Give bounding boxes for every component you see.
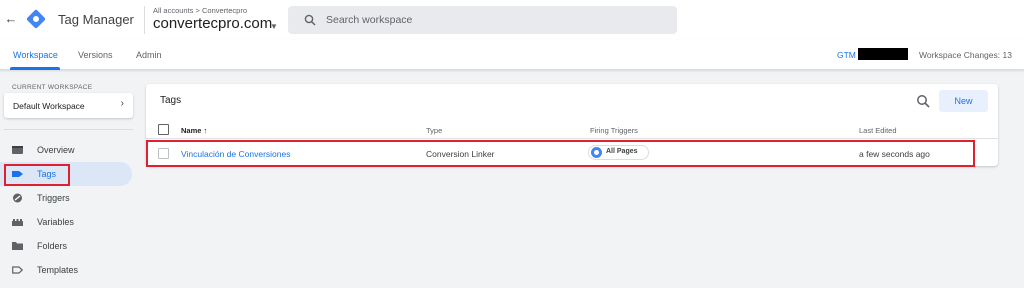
template-icon bbox=[12, 266, 23, 274]
tab-versions[interactable]: Versions bbox=[78, 50, 113, 60]
row-highlight-box bbox=[146, 140, 975, 167]
column-header-last-edited[interactable]: Last Edited bbox=[859, 126, 897, 135]
search-icon bbox=[304, 14, 316, 26]
sidebar-item-label: Triggers bbox=[37, 193, 70, 203]
header-divider bbox=[144, 6, 145, 34]
overview-icon bbox=[12, 146, 23, 154]
column-header-type[interactable]: Type bbox=[426, 126, 442, 135]
search-icon[interactable] bbox=[916, 94, 930, 108]
sidebar-divider bbox=[4, 129, 133, 130]
top-bar: ← Tag Manager All accounts > Convertecpr… bbox=[0, 0, 1024, 40]
sidebar-item-label: Templates bbox=[37, 265, 79, 275]
table-header: Name ↑ Type Firing Triggers Last Edited bbox=[146, 121, 998, 139]
arrow-back-icon[interactable]: ← bbox=[4, 11, 18, 27]
tags-highlight-box bbox=[4, 164, 70, 186]
panel-title: Tags bbox=[160, 95, 182, 106]
variables-icon bbox=[12, 219, 23, 226]
trigger-icon bbox=[13, 193, 22, 203]
search-placeholder: Search workspace bbox=[326, 14, 413, 26]
search-input[interactable]: Search workspace bbox=[288, 6, 677, 34]
sub-navigation: Workspace Versions Admin GTM Workspace C… bbox=[0, 40, 1024, 70]
workspace-name: Default Workspace bbox=[13, 101, 85, 111]
tab-workspace[interactable]: Workspace bbox=[13, 50, 58, 60]
container-selector[interactable]: convertecpro.com bbox=[153, 15, 272, 32]
sidebar-item-label: Variables bbox=[37, 217, 74, 227]
sidebar-item-label: Overview bbox=[37, 145, 75, 155]
app-title: Tag Manager bbox=[58, 12, 134, 27]
column-header-firing-triggers[interactable]: Firing Triggers bbox=[590, 126, 638, 135]
workspace-selector[interactable]: Default Workspace › bbox=[4, 93, 133, 118]
new-tag-button[interactable]: New bbox=[939, 90, 988, 112]
container-id-prefix[interactable]: GTM bbox=[837, 50, 856, 60]
sidebar-item-templates[interactable]: Templates bbox=[0, 258, 132, 282]
tab-admin[interactable]: Admin bbox=[136, 50, 162, 60]
caret-down-icon[interactable]: ▼ bbox=[270, 22, 278, 31]
chevron-right-icon: › bbox=[120, 98, 124, 109]
folder-icon bbox=[12, 242, 23, 250]
sidebar-item-overview[interactable]: Overview bbox=[0, 138, 132, 162]
sidebar-item-triggers[interactable]: Triggers bbox=[0, 186, 132, 210]
sidebar-item-folders[interactable]: Folders bbox=[0, 234, 132, 258]
container-id-redacted bbox=[858, 48, 908, 60]
active-tab-indicator bbox=[10, 67, 60, 70]
sidebar-item-label: Folders bbox=[37, 241, 68, 251]
sidebar-item-variables[interactable]: Variables bbox=[0, 210, 132, 234]
account-breadcrumb[interactable]: All accounts > Convertecpro bbox=[153, 6, 247, 15]
select-all-checkbox[interactable] bbox=[158, 124, 169, 135]
workspace-changes-count: Workspace Changes: 13 bbox=[919, 50, 1012, 60]
column-header-name[interactable]: Name ↑ bbox=[181, 126, 207, 135]
current-workspace-label: CURRENT WORKSPACE bbox=[12, 84, 93, 91]
tag-manager-logo-icon bbox=[26, 9, 46, 29]
